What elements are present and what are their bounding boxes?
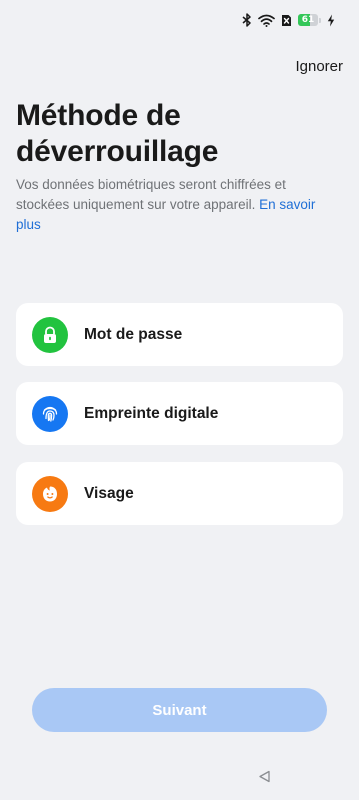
option-fingerprint[interactable]: Empreinte digitale xyxy=(16,382,343,445)
option-face-label: Visage xyxy=(84,484,134,502)
option-password[interactable]: Mot de passe xyxy=(16,303,343,366)
next-button[interactable]: Suivant xyxy=(32,688,327,732)
status-bar: 61 xyxy=(242,10,335,30)
page-title: Méthode de déverrouillage xyxy=(16,99,219,168)
option-face[interactable]: Visage xyxy=(16,462,343,525)
page-subtitle: Vos données biométriques seront chiffrée… xyxy=(16,175,326,235)
skip-button[interactable]: Ignorer xyxy=(295,58,343,75)
battery-icon: 61 xyxy=(298,14,321,26)
sim-off-icon xyxy=(281,14,292,27)
subtitle-text: Vos données biométriques seront chiffrée… xyxy=(16,177,286,212)
battery-level: 61 xyxy=(301,15,315,25)
option-password-label: Mot de passe xyxy=(84,325,183,343)
option-fingerprint-label: Empreinte digitale xyxy=(84,404,219,422)
wifi-icon xyxy=(258,14,275,27)
bluetooth-icon xyxy=(242,13,252,27)
back-nav-icon[interactable] xyxy=(257,769,271,783)
lock-icon xyxy=(32,316,68,353)
face-icon xyxy=(32,475,68,512)
charging-icon xyxy=(327,14,335,27)
fingerprint-icon xyxy=(32,395,68,432)
